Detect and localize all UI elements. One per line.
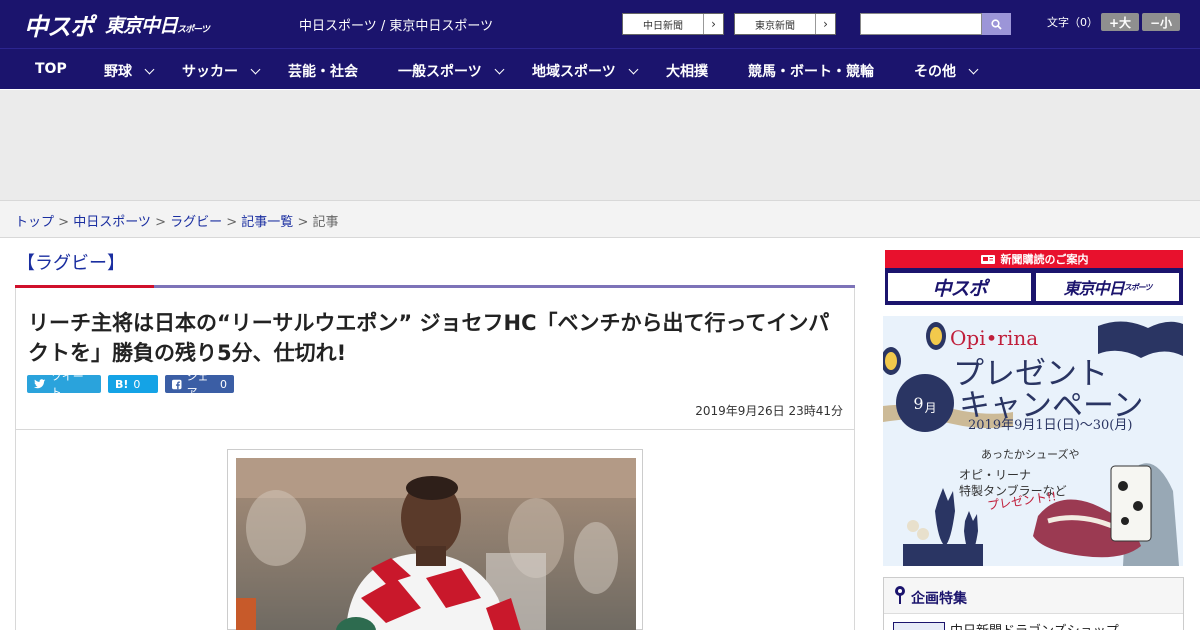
site-logo[interactable]: 中スポ 東京中日スポーツ xyxy=(24,9,210,41)
nav-item-soccer[interactable]: サッカー xyxy=(182,61,261,81)
font-larger-button[interactable]: +大 xyxy=(1101,13,1139,31)
promo-dates: 2019年9月1日(日)〜30(月) xyxy=(968,418,1133,433)
tweet-label: ツイート xyxy=(50,370,84,399)
font-smaller-button[interactable]: −小 xyxy=(1142,13,1180,31)
font-size-label: 文字（0） xyxy=(1047,16,1098,29)
breadcrumb-top[interactable]: トップ xyxy=(15,215,54,230)
facebook-share-button[interactable]: シェア 0 xyxy=(165,370,234,399)
pin-icon xyxy=(895,586,905,604)
ad-banner-area xyxy=(0,90,1200,200)
promo-copy-line1: あったかシューズや xyxy=(981,448,1080,461)
chevron-down-icon xyxy=(144,64,155,74)
promo-month-badge: 9月 xyxy=(896,374,954,432)
feature-title: 企画特集 xyxy=(911,591,967,607)
link-label: 東京新聞 xyxy=(755,20,795,32)
subscription-box[interactable]: 新聞購読のご案内 中スポ 東京中日 スポーツ xyxy=(885,250,1183,305)
subscription-logo-chunichi[interactable]: 中スポ xyxy=(888,273,1031,301)
chevron-down-icon xyxy=(628,64,639,74)
nav-item-top[interactable]: TOP xyxy=(35,61,67,77)
main-nav: TOP 野球 サッカー 芸能・社会 一般スポーツ 地域スポーツ 大相撲 競馬・ボ… xyxy=(0,48,1200,89)
facebook-share-count: 0 xyxy=(220,377,227,391)
search-button[interactable] xyxy=(982,13,1011,35)
chevron-right-icon: › xyxy=(815,14,835,34)
subscription-header: 新聞購読のご案内 xyxy=(885,250,1183,268)
feature-item[interactable]: 中日新聞ドラゴンズショップ xyxy=(884,613,1183,630)
article-card: リーチ主将は日本の“リーサルウエポン” ジョセフHC「ベンチから出て行ってインパ… xyxy=(15,288,855,630)
hatena-bookmark-button[interactable]: B! 0 xyxy=(108,375,158,393)
article-headline: リーチ主将は日本の“リーサルウエポン” ジョセフHC「ベンチから出て行ってインパ… xyxy=(28,311,830,365)
article-photo-frame xyxy=(227,449,643,630)
feature-box: 企画特集 中日新聞ドラゴンズショップ xyxy=(883,577,1184,630)
breadcrumb: トップ > 中日スポーツ > ラグビー > 記事一覧 > 記事 xyxy=(0,200,1200,238)
feature-thumbnail xyxy=(893,622,945,630)
tokyo-shimbun-link[interactable]: 東京新聞 › xyxy=(734,13,836,35)
newspaper-icon xyxy=(980,254,995,264)
tweet-button[interactable]: ツイート xyxy=(27,370,101,399)
article-divider xyxy=(16,429,854,430)
site-names[interactable]: 中日スポーツ / 東京中日スポーツ xyxy=(299,15,493,34)
chevron-down-icon xyxy=(494,64,505,74)
nav-item-baseball[interactable]: 野球 xyxy=(104,61,155,81)
rugby-player-photo xyxy=(236,458,636,630)
breadcrumb-article-list[interactable]: 記事一覧 xyxy=(241,215,293,230)
search-input[interactable] xyxy=(860,13,982,35)
breadcrumb-current: 記事 xyxy=(312,215,339,230)
subscription-title: 新聞購読のご案内 xyxy=(1000,253,1089,266)
nav-item-sumo[interactable]: 大相撲 xyxy=(666,61,708,81)
facebook-share-label: シェア xyxy=(186,370,209,399)
logo-chunichi-sports: 中スポ xyxy=(24,12,94,41)
chevron-down-icon xyxy=(968,64,979,74)
chunichi-shimbun-link[interactable]: 中日新聞 › xyxy=(622,13,724,35)
promo-banner[interactable]: Opi•rina プレゼント キャンペーン 9月 2019年9月1日(日)〜30… xyxy=(883,316,1183,566)
article-photo[interactable] xyxy=(236,458,636,630)
subscription-logo-tokyo-chunichi[interactable]: 東京中日 スポーツ xyxy=(1036,273,1179,301)
breadcrumb-rugby[interactable]: ラグビー xyxy=(170,215,222,230)
search-icon xyxy=(991,18,1002,30)
promo-brand: Opi•rina xyxy=(950,326,1039,350)
logo-tokyo-chunichi: 東京中日スポーツ xyxy=(105,14,210,37)
hatena-icon: B! xyxy=(115,377,129,391)
article-date: 2019年9月26日 23時41分 xyxy=(695,404,843,418)
hatena-count: 0 xyxy=(133,377,141,391)
twitter-bird-icon xyxy=(34,379,46,389)
chevron-down-icon xyxy=(250,64,261,74)
category-label: 【ラグビー】 xyxy=(17,253,125,274)
nav-item-general-sports[interactable]: 一般スポーツ xyxy=(398,61,505,81)
link-label: 中日新聞 xyxy=(643,20,683,32)
breadcrumb-chunichi-sports[interactable]: 中日スポーツ xyxy=(73,215,151,230)
promo-copy-line2: オピ・リーナ xyxy=(959,468,1032,482)
site-header: 中スポ 東京中日スポーツ 中日スポーツ / 東京中日スポーツ 中日新聞 › 東京… xyxy=(0,0,1200,48)
chevron-right-icon: › xyxy=(703,14,723,34)
nav-item-local-sports[interactable]: 地域スポーツ xyxy=(532,61,639,81)
nav-item-entertainment[interactable]: 芸能・社会 xyxy=(288,61,358,81)
nav-item-other[interactable]: その他 xyxy=(914,61,979,81)
feature-link[interactable]: 中日新聞ドラゴンズショップ xyxy=(950,620,1119,630)
facebook-icon xyxy=(172,379,182,389)
nav-item-racing[interactable]: 競馬・ボート・競輪 xyxy=(748,61,874,81)
